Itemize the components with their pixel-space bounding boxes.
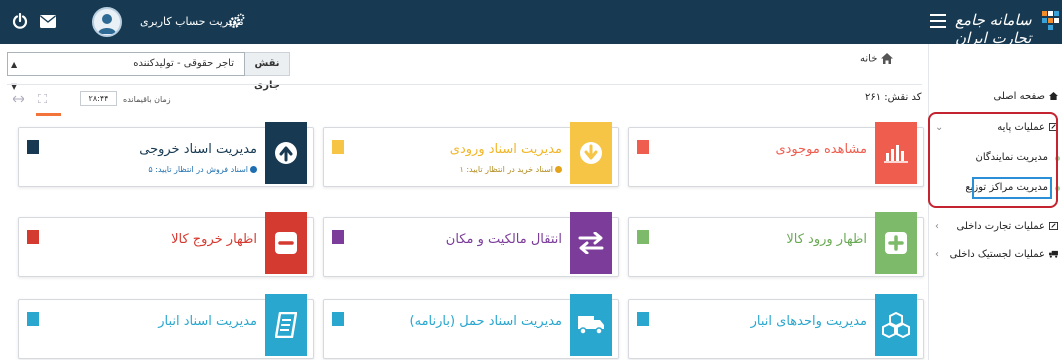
role-select[interactable]: تاجر حقوقی - تولیدکننده ▲ ▼ [7, 52, 245, 91]
card-incoming-documents[interactable]: مدیریت اسناد ورودی اسناد خرید در انتظار … [323, 122, 619, 187]
current-role-label: نقش جاری [244, 52, 290, 91]
color-swatch [27, 312, 39, 326]
user-icon [98, 14, 116, 34]
active-tab-indicator [36, 113, 61, 116]
color-swatch [332, 230, 344, 244]
breadcrumb[interactable]: خانه [860, 53, 893, 65]
arrow-up-circle-icon [275, 142, 297, 164]
color-swatch [637, 230, 649, 244]
role-select-value: تاجر حقوقی - تولیدکننده [133, 58, 234, 69]
bar-chart-icon [884, 145, 908, 163]
info-icon [555, 166, 562, 173]
sidebar-item-label: صفحه اصلی [993, 91, 1045, 102]
card-icon-box [875, 212, 917, 274]
color-swatch [637, 312, 649, 326]
card-title: اظهار ورود کالا [786, 232, 867, 247]
home-icon [880, 53, 893, 64]
card-goods-exit-declaration[interactable]: اظهار خروج کالا [18, 212, 314, 277]
remaining-time-value: ۲۸:۴۴ [80, 91, 117, 106]
card-icon-box [265, 122, 307, 184]
color-swatch [27, 140, 39, 154]
card-title: مدیریت اسناد ورودی [449, 142, 562, 157]
card-icon-box [570, 212, 612, 274]
card-title: مدیریت اسناد خروجی [139, 142, 257, 157]
card-title: مشاهده موجودی [775, 142, 867, 157]
card-goods-entry-declaration[interactable]: اظهار ورود کالا [628, 212, 924, 277]
pending-purchase-docs-text: اسناد خرید در انتظار تایید: ۱ [459, 165, 554, 174]
card-warehouse-documents[interactable]: مدیریت اسناد انبار [18, 294, 314, 359]
info-icon [250, 166, 257, 173]
boxes-icon [882, 312, 910, 338]
card-title: مدیریت واحدهای انبار [750, 314, 867, 329]
card-title: اظهار خروج کالا [171, 232, 257, 247]
transfer-arrows-icon [578, 232, 604, 254]
truck-icon [578, 316, 604, 335]
breadcrumb-home[interactable]: خانه [860, 54, 877, 65]
pending-sales-docs[interactable]: اسناد فروش در انتظار تایید: ۵ [148, 165, 257, 174]
mail-icon[interactable] [40, 15, 56, 28]
edit-icon [1049, 222, 1058, 230]
sidebar-item-domestic-trade[interactable]: عملیات تجارت داخلی [957, 216, 1058, 238]
role-code: کد نقش: ۲۶۱ [865, 92, 922, 103]
minus-box-icon [275, 232, 297, 254]
plus-box-icon [885, 232, 907, 254]
card-view-inventory[interactable]: مشاهده موجودی [628, 122, 924, 187]
card-icon-box [570, 294, 612, 356]
card-warehouse-units[interactable]: مدیریت واحدهای انبار [628, 294, 924, 359]
collapse-arrows-icon[interactable] [13, 95, 24, 103]
card-icon-box [265, 212, 307, 274]
expand-icon[interactable] [38, 94, 47, 103]
logo-icon [1042, 11, 1059, 30]
top-navbar: مدیریت حساب کاربری سامانه جامع تجارت ایر… [0, 0, 1062, 47]
hamburger-menu-icon[interactable] [930, 14, 946, 28]
gear-icon[interactable] [228, 13, 245, 30]
avatar[interactable] [92, 7, 122, 37]
arrow-down-circle-icon [580, 142, 602, 164]
color-swatch [332, 312, 344, 326]
card-title: مدیریت اسناد انبار [158, 314, 257, 329]
pending-purchase-docs[interactable]: اسناد خرید در انتظار تایید: ۱ [459, 165, 562, 174]
selection-outline [972, 177, 1052, 199]
notebook-icon [275, 312, 297, 338]
home-icon [1049, 92, 1058, 100]
divider [7, 84, 922, 85]
card-icon-box [570, 122, 612, 184]
truck-icon [1049, 250, 1058, 258]
card-ownership-transfer[interactable]: انتقال مالکیت و مکان [323, 212, 619, 277]
chevron-left-icon[interactable]: ‹ [935, 216, 939, 238]
color-swatch [332, 140, 344, 154]
color-swatch [27, 230, 39, 244]
dropdown-caret-icon: ▲ ▼ [11, 60, 18, 91]
sidebar-item-label: عملیات لجستیک داخلی [949, 249, 1045, 260]
card-icon-box [265, 294, 307, 356]
card-title: انتقال مالکیت و مکان [445, 232, 562, 247]
chevron-left-icon[interactable]: ‹ [935, 244, 939, 266]
power-icon[interactable] [12, 13, 28, 29]
color-swatch [637, 140, 649, 154]
sidebar-item-home[interactable]: صفحه اصلی [994, 86, 1058, 108]
card-outgoing-documents[interactable]: مدیریت اسناد خروجی اسناد فروش در انتظار … [18, 122, 314, 187]
card-title: مدیریت اسناد حمل (بارنامه) [409, 314, 562, 329]
card-icon-box [875, 122, 917, 184]
card-icon-box [875, 294, 917, 356]
sidebar-item-domestic-logistics[interactable]: عملیات لجستیک داخلی [950, 244, 1058, 266]
card-waybill-documents[interactable]: مدیریت اسناد حمل (بارنامه) [323, 294, 619, 359]
remaining-time-label: زمان باقیمانده [123, 95, 171, 104]
sidebar-item-label: عملیات تجارت داخلی [956, 221, 1045, 232]
pending-sales-docs-text: اسناد فروش در انتظار تایید: ۵ [148, 165, 248, 174]
